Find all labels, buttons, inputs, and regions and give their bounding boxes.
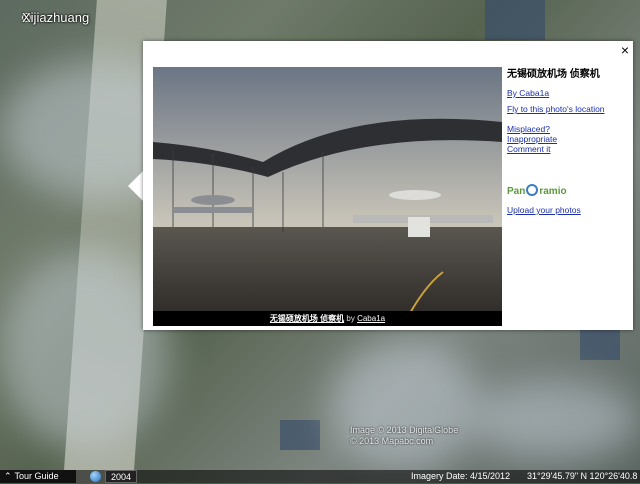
imagery-date: Imagery Date: 4/15/2012 [411,471,511,481]
imagery-attribution: Image © 2013 DigitalGlobe © 2013 Mapabc.… [350,425,458,447]
imagery-year[interactable]: 2004 [105,470,138,483]
caption-author-link[interactable]: Caba1a [357,314,385,323]
place-label[interactable]: Xijiazhuang [22,10,89,25]
cloud-haze [330,340,480,470]
logo-ring-icon [526,184,539,196]
close-button[interactable]: × [621,43,629,57]
panoramio-logo: Pan ramio [507,184,627,197]
map-building-area [485,0,545,40]
photo-frame[interactable]: 无锡硕放机场 侦察机 by Caba1a [153,67,502,326]
photo-title: 无锡硕放机场 侦察机 [507,69,600,80]
tour-guide-button[interactable]: ⌃ Tour Guide [0,470,76,483]
upload-photos-link[interactable]: Upload your photos [507,205,627,215]
photo-info-balloon: × 无锡硕放机场 侦察机 by Caba1a 无锡硕放机场 侦察机 By Cab… [143,41,633,330]
map-building-area [580,330,620,360]
misplaced-link[interactable]: Misplaced? [507,124,627,134]
attribution-line-2: © 2013 Mapabc.com [350,436,434,446]
cloud-haze [470,380,640,460]
historical-imagery-icon[interactable] [90,471,101,482]
fly-to-location-link[interactable]: Fly to this photo's location [507,104,627,114]
map-building-area [280,420,320,450]
attribution-line-1: Image © 2013 DigitalGlobe [350,425,459,435]
author-link[interactable]: By Caba1a [507,88,627,98]
comment-link[interactable]: Comment it [507,144,627,154]
hangar-photo [153,67,502,326]
caption-title-link[interactable]: 无锡硕放机场 侦察机 [270,314,344,323]
logo-text-b: ramio [539,186,567,197]
chevron-up-icon: ⌃ [4,471,12,481]
photo-details: 无锡硕放机场 侦察机 By Caba1a Fly to this photo's… [507,65,627,215]
status-bar: ⌃ Tour Guide 2004 Imagery Date: 4/15/2012… [0,470,640,483]
caption-by: by [346,314,355,323]
inappropriate-link[interactable]: Inappropriate [507,134,627,144]
tour-guide-label: Tour Guide [14,471,59,481]
photo-caption: 无锡硕放机场 侦察机 by Caba1a [153,311,502,326]
logo-text-a: Pan [507,186,526,197]
cursor-coordinates: 31°29'45.79" N 120°26'40.8 [527,471,638,481]
balloon-pointer [128,170,144,202]
